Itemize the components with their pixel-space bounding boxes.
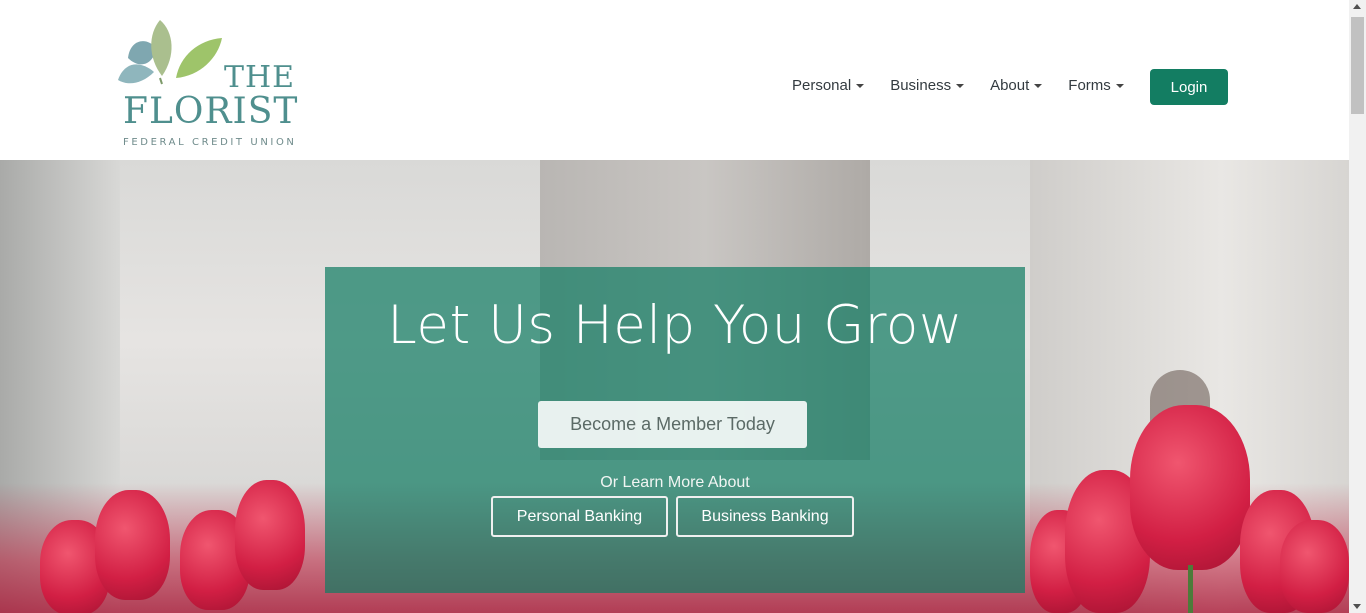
caret-down-icon: [956, 84, 965, 88]
nav-about-label: About: [990, 77, 1030, 94]
main-nav: Personal Business About Forms: [792, 77, 1150, 94]
logo-the-text: THE: [224, 60, 296, 95]
nav-business-label: Business: [890, 77, 952, 94]
florist-fcu-logo[interactable]: THE FLORIST FEDERAL CREDIT UNION: [110, 18, 298, 150]
nav-forms-label: Forms: [1068, 77, 1111, 94]
tulip-image: [235, 480, 305, 590]
caret-down-icon: [1034, 84, 1043, 88]
learn-more-text: Or Learn More About: [600, 474, 750, 491]
site-header: THE FLORIST FEDERAL CREDIT UNION Persona…: [0, 0, 1349, 160]
nav-personal[interactable]: Personal: [792, 77, 865, 94]
tulip-image: [1280, 520, 1349, 613]
personal-banking-button[interactable]: Personal Banking: [491, 496, 668, 537]
scroll-up-icon[interactable]: [1353, 4, 1361, 9]
caret-down-icon: [856, 84, 865, 88]
nav-business[interactable]: Business: [890, 77, 965, 94]
nav-personal-label: Personal: [792, 77, 852, 94]
tulip-stem: [1188, 565, 1193, 613]
caret-down-icon: [1115, 84, 1124, 88]
logo-florist-text: FLORIST: [123, 91, 299, 132]
scrollbar-thumb[interactable]: [1351, 17, 1364, 114]
nav-forms[interactable]: Forms: [1068, 77, 1124, 94]
page-scrollbar[interactable]: [1349, 0, 1366, 613]
logo-subtitle: FEDERAL CREDIT UNION: [123, 137, 297, 148]
tulip-image: [1130, 405, 1250, 570]
tulip-image: [95, 490, 170, 600]
login-button[interactable]: Login: [1150, 69, 1228, 105]
business-banking-button[interactable]: Business Banking: [676, 496, 854, 537]
hero-panel: Let Us Help You Grow Become a Member Tod…: [325, 267, 1025, 593]
leaves-logo-icon: [118, 20, 222, 85]
nav-about[interactable]: About: [990, 77, 1043, 94]
hero-headline: Let Us Help You Grow: [387, 295, 963, 356]
scroll-down-icon[interactable]: [1353, 604, 1361, 609]
become-member-button[interactable]: Become a Member Today: [538, 401, 807, 448]
